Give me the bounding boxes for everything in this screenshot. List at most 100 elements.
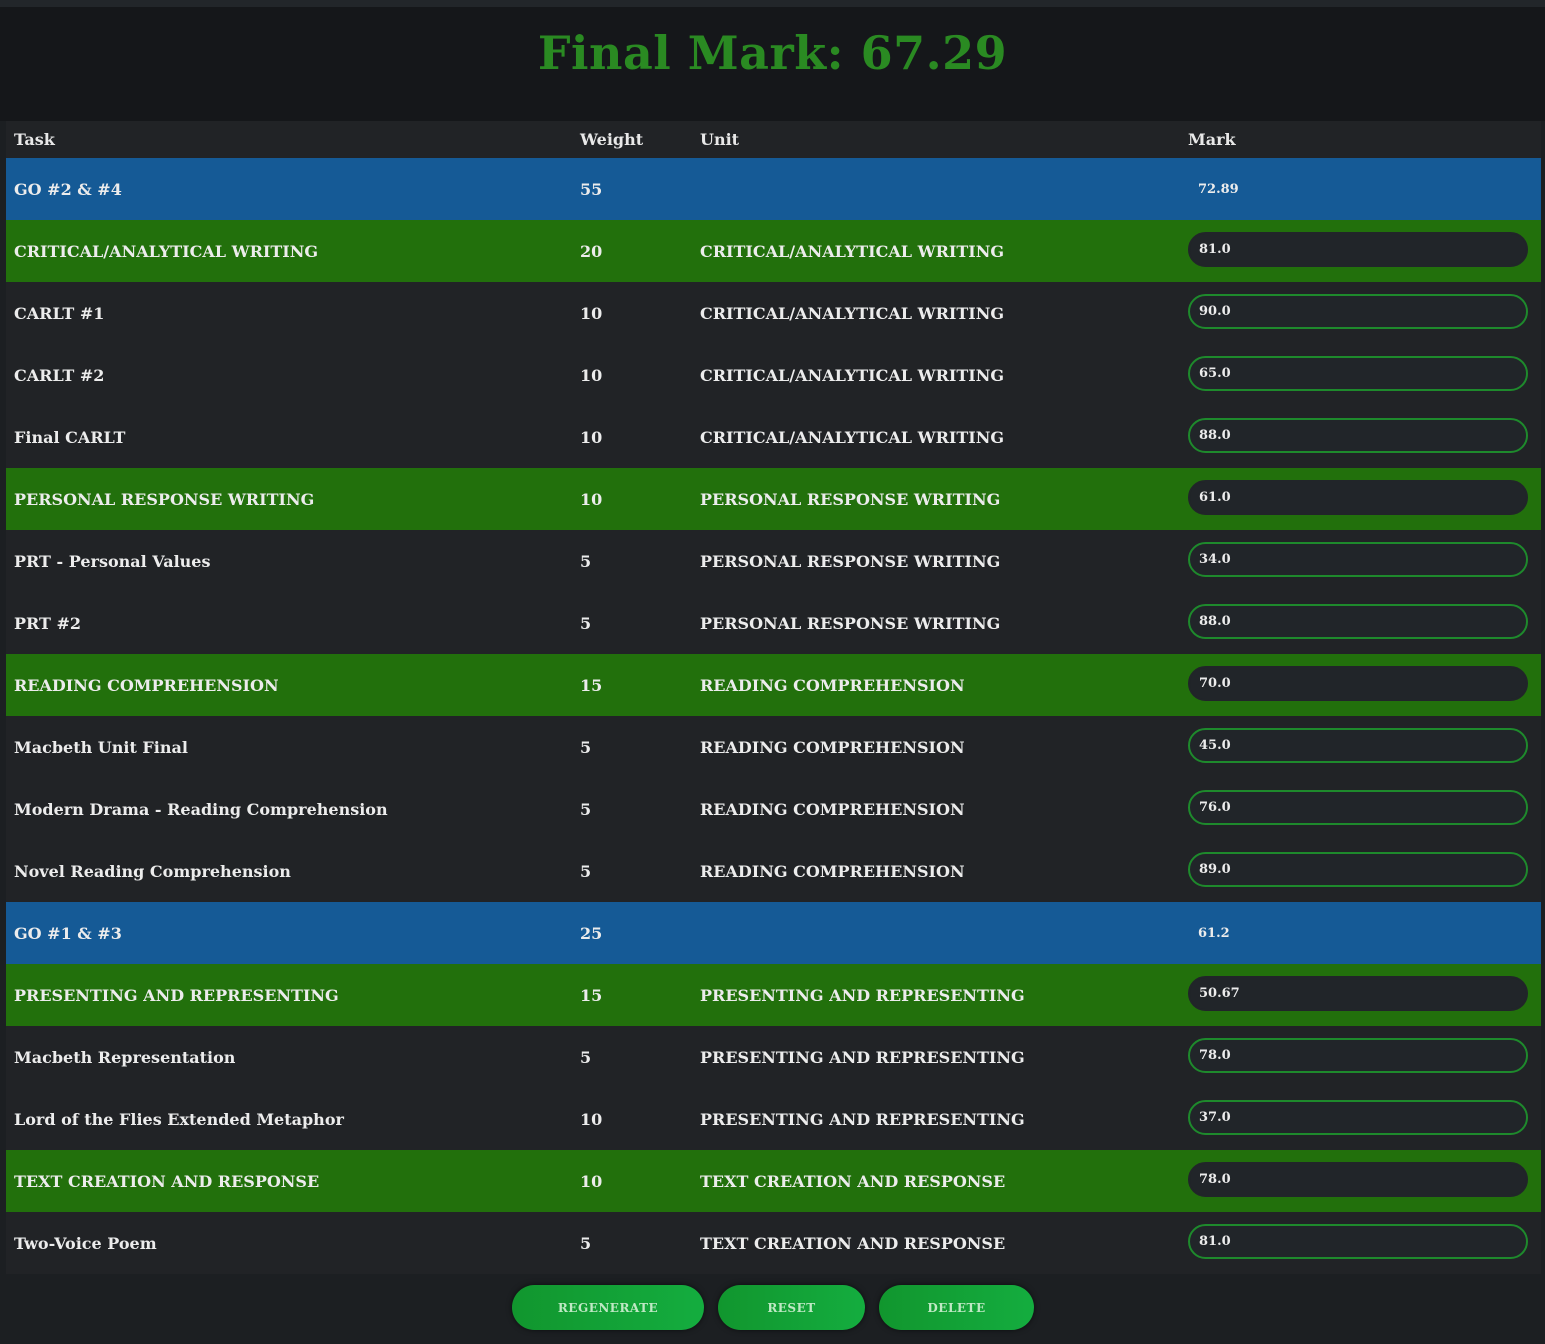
- table-header: Task Weight Unit Mark: [6, 121, 1541, 158]
- group-mark: 72.89: [1198, 181, 1239, 197]
- header-weight: Weight: [580, 130, 644, 149]
- unit-row: READING COMPREHENSION 15 READING COMPREHEN…: [6, 654, 1541, 716]
- table-row: PRT #2 5 PERSONAL RESPONSE WRITING 88.0: [6, 592, 1541, 654]
- mark-input[interactable]: 37.0: [1188, 1100, 1528, 1135]
- mark-input[interactable]: 76.0: [1188, 790, 1528, 825]
- marks-table: Task Weight Unit Mark GO #2 & #4 55 72.89 C…: [6, 121, 1541, 1274]
- group-row: GO #2 & #4 55 72.89: [6, 158, 1541, 220]
- task-unit: PRESENTING AND REPRESENTING: [700, 985, 1025, 1005]
- task-name: READING COMPREHENSION: [14, 675, 279, 695]
- mark-input[interactable]: 90.0: [1188, 294, 1528, 329]
- table-row: Two-Voice Poem 5 TEXT CREATION AND RESPONS…: [6, 1212, 1541, 1274]
- task-unit: PRESENTING AND REPRESENTING: [700, 1109, 1025, 1129]
- reset-button[interactable]: RESET: [718, 1285, 865, 1330]
- task-weight: 5: [580, 1047, 592, 1067]
- final-mark-title: Final Mark: 67.29: [537, 26, 1008, 80]
- unit-row: CRITICAL/ANALYTICAL WRITING 20 CRITICAL/AN…: [6, 220, 1541, 282]
- unit-row: PRESENTING AND REPRESENTING 15 PRESENTING …: [6, 964, 1541, 1026]
- task-unit: READING COMPREHENSION: [700, 675, 965, 695]
- task-weight: 10: [580, 365, 603, 385]
- table-row: Novel Reading Comprehension 5 READING COMP…: [6, 840, 1541, 902]
- delete-button[interactable]: DELETE: [879, 1285, 1034, 1330]
- task-unit: CRITICAL/ANALYTICAL WRITING: [700, 241, 1005, 261]
- mark-input[interactable]: 78.0: [1188, 1038, 1528, 1073]
- top-strip: [0, 0, 1545, 7]
- task-weight: 10: [580, 303, 603, 323]
- header-mark: Mark: [1188, 130, 1236, 149]
- table-row: Lord of the Flies Extended Metaphor 10 PRE…: [6, 1088, 1541, 1150]
- task-name: Macbeth Unit Final: [14, 737, 188, 757]
- task-unit: PRESENTING AND REPRESENTING: [700, 1047, 1025, 1067]
- task-name: GO #2 & #4: [14, 179, 122, 199]
- task-weight: 5: [580, 861, 592, 881]
- mark-input[interactable]: 89.0: [1188, 852, 1528, 887]
- unit-row: PERSONAL RESPONSE WRITING 10 PERSONAL RESP…: [6, 468, 1541, 530]
- task-name: Novel Reading Comprehension: [14, 861, 291, 881]
- page: Final Mark: 67.29 Task Weight Unit Mark …: [0, 0, 1545, 1344]
- task-name: CARLT #1: [14, 303, 105, 323]
- table-row: Macbeth Representation 5 PRESENTING AND RE…: [6, 1026, 1541, 1088]
- mark-input[interactable]: 50.67: [1188, 976, 1528, 1011]
- table-row: PRT - Personal Values 5 PERSONAL RESPONSE …: [6, 530, 1541, 592]
- task-name: PERSONAL RESPONSE WRITING: [14, 489, 315, 509]
- mark-input[interactable]: 81.0: [1188, 232, 1528, 267]
- task-unit: READING COMPREHENSION: [700, 861, 965, 881]
- task-unit: CRITICAL/ANALYTICAL WRITING: [700, 303, 1005, 323]
- mark-input[interactable]: 34.0: [1188, 542, 1528, 577]
- task-unit: READING COMPREHENSION: [700, 799, 965, 819]
- task-weight: 5: [580, 1233, 592, 1253]
- task-weight: 20: [580, 241, 603, 261]
- task-unit: PERSONAL RESPONSE WRITING: [700, 551, 1001, 571]
- task-weight: 10: [580, 1171, 603, 1191]
- action-buttons: REGENERATE RESET DELETE: [0, 1285, 1545, 1330]
- task-name: Final CARLT: [14, 427, 126, 447]
- mark-input[interactable]: 61.0: [1188, 480, 1528, 515]
- mark-input[interactable]: 65.0: [1188, 356, 1528, 391]
- task-name: Macbeth Representation: [14, 1047, 236, 1067]
- task-unit: TEXT CREATION AND RESPONSE: [700, 1171, 1006, 1191]
- task-weight: 55: [580, 179, 603, 199]
- task-weight: 5: [580, 737, 592, 757]
- header-task: Task: [14, 130, 55, 149]
- task-name: PRT #2: [14, 613, 82, 633]
- mark-input[interactable]: 78.0: [1188, 1162, 1528, 1197]
- task-weight: 10: [580, 1109, 603, 1129]
- task-unit: CRITICAL/ANALYTICAL WRITING: [700, 427, 1005, 447]
- task-name: GO #1 & #3: [14, 923, 122, 943]
- task-weight: 10: [580, 489, 603, 509]
- regenerate-button[interactable]: REGENERATE: [512, 1285, 704, 1330]
- task-weight: 5: [580, 551, 592, 571]
- table-row: CARLT #2 10 CRITICAL/ANALYTICAL WRITING 65.…: [6, 344, 1541, 406]
- task-name: Two-Voice Poem: [14, 1233, 157, 1253]
- task-weight: 5: [580, 799, 592, 819]
- unit-row: TEXT CREATION AND RESPONSE 10 TEXT CREATIO…: [6, 1150, 1541, 1212]
- task-name: CARLT #2: [14, 365, 105, 385]
- table-row: Macbeth Unit Final 5 READING COMPREHENSION…: [6, 716, 1541, 778]
- task-name: TEXT CREATION AND RESPONSE: [14, 1171, 320, 1191]
- task-name: Lord of the Flies Extended Metaphor: [14, 1109, 344, 1129]
- task-weight: 5: [580, 613, 592, 633]
- mark-input[interactable]: 88.0: [1188, 604, 1528, 639]
- task-name: PRESENTING AND REPRESENTING: [14, 985, 339, 1005]
- table-row: Modern Drama - Reading Comprehension 5 REA…: [6, 778, 1541, 840]
- mark-input[interactable]: 81.0: [1188, 1224, 1528, 1259]
- mark-input[interactable]: 45.0: [1188, 728, 1528, 763]
- mark-input[interactable]: 88.0: [1188, 418, 1528, 453]
- task-unit: CRITICAL/ANALYTICAL WRITING: [700, 365, 1005, 385]
- task-weight: 15: [580, 985, 603, 1005]
- task-weight: 10: [580, 427, 603, 447]
- task-unit: PERSONAL RESPONSE WRITING: [700, 613, 1001, 633]
- table-row: Final CARLT 10 CRITICAL/ANALYTICAL WRITING…: [6, 406, 1541, 468]
- task-weight: 15: [580, 675, 603, 695]
- header-unit: Unit: [700, 130, 740, 149]
- group-row: GO #1 & #3 25 61.2: [6, 902, 1541, 964]
- task-weight: 25: [580, 923, 603, 943]
- mark-input[interactable]: 70.0: [1188, 666, 1528, 701]
- task-name: Modern Drama - Reading Comprehension: [14, 799, 388, 819]
- task-name: PRT - Personal Values: [14, 551, 211, 571]
- task-name: CRITICAL/ANALYTICAL WRITING: [14, 241, 319, 261]
- task-unit: READING COMPREHENSION: [700, 737, 965, 757]
- group-mark: 61.2: [1198, 925, 1230, 941]
- task-unit: PERSONAL RESPONSE WRITING: [700, 489, 1001, 509]
- table-body: GO #2 & #4 55 72.89 CRITICAL/ANALYTICAL WRI…: [6, 158, 1541, 1274]
